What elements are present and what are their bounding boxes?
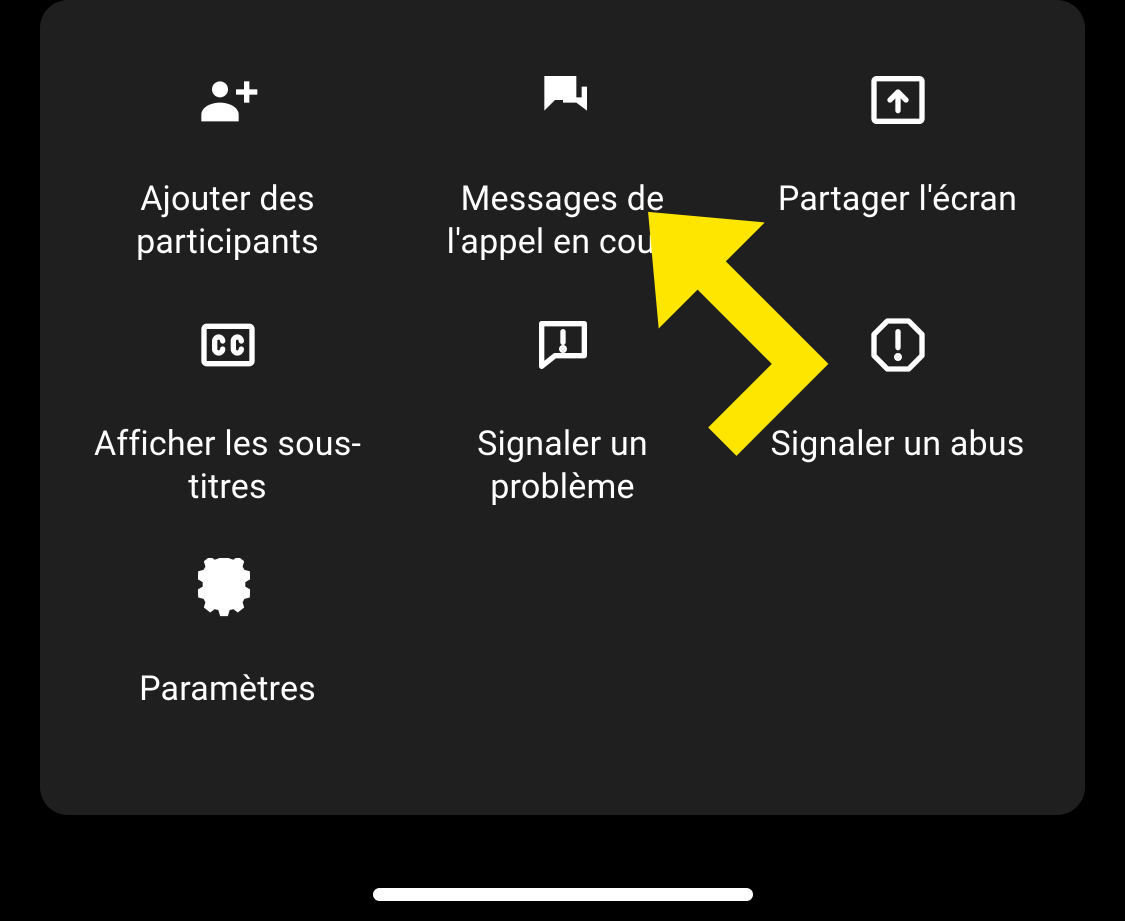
empty-cell — [730, 530, 1065, 775]
share-screen-button[interactable]: Partager l'écran — [730, 40, 1065, 285]
add-participants-label: Ajouter des participants — [78, 178, 378, 263]
report-abuse-button[interactable]: Signaler un abus — [730, 285, 1065, 530]
report-abuse-icon — [858, 305, 938, 385]
gear-icon — [188, 550, 268, 630]
call-options-panel: Ajouter des participants Messages de l'a… — [40, 0, 1085, 815]
options-grid: Ajouter des participants Messages de l'a… — [60, 40, 1065, 775]
closed-captions-icon — [188, 305, 268, 385]
in-call-messages-button[interactable]: Messages de l'appel en cou… — [395, 40, 730, 285]
add-participants-button[interactable]: Ajouter des participants — [60, 40, 395, 285]
share-screen-label: Partager l'écran — [778, 178, 1017, 221]
report-problem-label: Signaler un problème — [413, 423, 713, 508]
present-to-all-icon — [858, 60, 938, 140]
report-abuse-label: Signaler un abus — [770, 423, 1024, 466]
home-indicator[interactable] — [373, 888, 753, 901]
show-captions-label: Afficher les sous-titres — [78, 423, 378, 508]
report-problem-button[interactable]: Signaler un problème — [395, 285, 730, 530]
settings-button[interactable]: Paramètres — [60, 530, 395, 775]
chat-messages-icon — [523, 60, 603, 140]
show-captions-button[interactable]: Afficher les sous-titres — [60, 285, 395, 530]
feedback-alert-icon — [523, 305, 603, 385]
empty-cell — [395, 530, 730, 775]
in-call-messages-label: Messages de l'appel en cou… — [413, 178, 713, 263]
settings-label: Paramètres — [139, 668, 316, 711]
person-add-icon — [188, 60, 268, 140]
